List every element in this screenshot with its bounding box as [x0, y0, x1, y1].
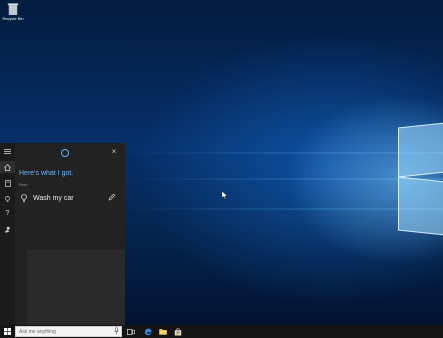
edit-pencil-icon[interactable]	[108, 193, 116, 201]
windows-start-icon[interactable]	[4, 328, 11, 335]
file-explorer-icon	[158, 329, 167, 335]
task-view-button[interactable]	[126, 327, 135, 336]
section-label: Rem	[19, 182, 28, 187]
close-button[interactable]: ×	[110, 148, 118, 156]
file-explorer-button[interactable]	[158, 327, 167, 336]
reminder-details-area	[27, 250, 125, 325]
sidebar-item-reminders[interactable]	[0, 193, 15, 205]
question-icon: ?	[5, 209, 10, 217]
sidebar-item-notebook[interactable]	[0, 177, 15, 189]
light-beam	[120, 178, 443, 180]
recycle-bin-label: Recycle Bin	[2, 16, 24, 21]
lightbulb-icon	[5, 195, 10, 202]
feedback-icon	[5, 226, 10, 232]
edge-icon	[144, 328, 152, 335]
light-beam	[120, 208, 443, 210]
cortana-logo-icon	[61, 149, 69, 157]
light-beam	[120, 152, 443, 154]
microphone-icon[interactable]	[114, 327, 119, 335]
store-icon	[174, 327, 181, 335]
mouse-cursor-icon	[222, 191, 228, 199]
sidebar-item-home[interactable]	[0, 161, 15, 173]
recycle-bin-icon	[7, 3, 19, 15]
cortana-search-box[interactable]	[15, 326, 122, 337]
windows-logo-wallpaper	[396, 122, 443, 236]
home-icon	[4, 163, 11, 171]
sidebar-item-help[interactable]: ?	[0, 207, 15, 219]
hamburger-icon	[4, 148, 11, 154]
search-input[interactable]	[16, 327, 111, 336]
cortana-sidebar: ?	[0, 143, 15, 325]
sidebar-item-feedback[interactable]	[0, 223, 15, 235]
reminder-title[interactable]: Wash my car	[33, 195, 74, 202]
hamburger-menu-button[interactable]	[0, 145, 15, 157]
edge-button[interactable]	[143, 327, 152, 336]
notebook-icon	[4, 179, 11, 187]
store-button[interactable]	[173, 327, 182, 336]
close-icon: ×	[111, 147, 117, 156]
cortana-heading: Here's what I got.	[19, 170, 74, 177]
reminder-lightbulb-icon	[21, 194, 27, 203]
recycle-bin[interactable]: Recycle Bin	[2, 2, 24, 21]
task-view-icon	[126, 328, 135, 335]
